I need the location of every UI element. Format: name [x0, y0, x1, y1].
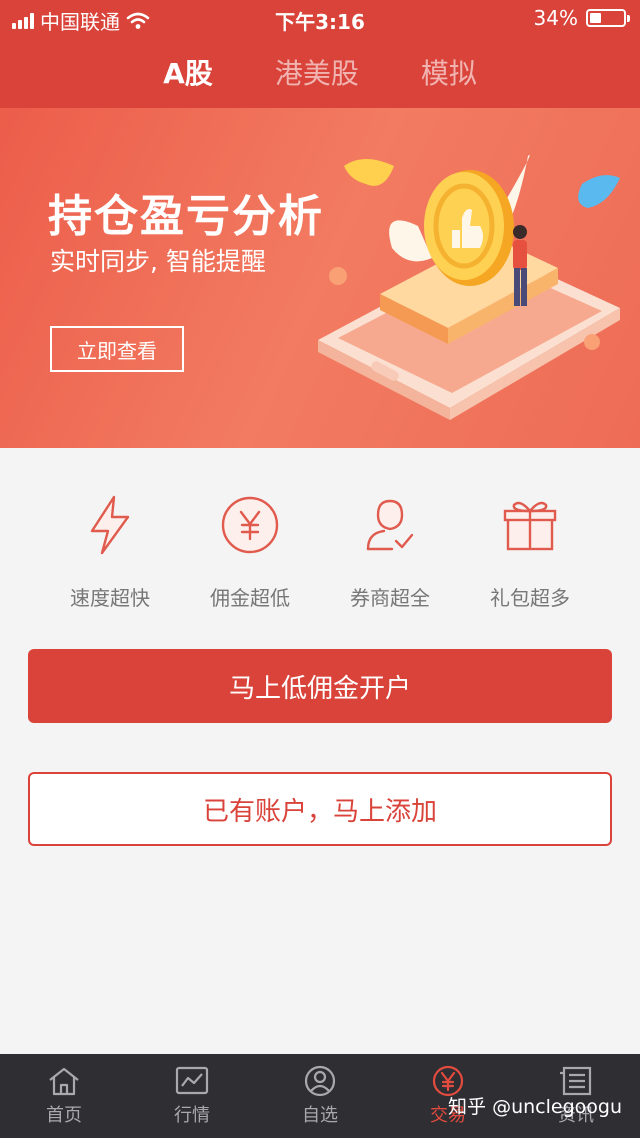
nav-market[interactable]: 行情 [128, 1054, 256, 1138]
feature-label: 佣金超低 [210, 586, 290, 610]
home-icon [49, 1067, 79, 1096]
feature-commission: 佣金超低 [180, 490, 320, 611]
tab-hk-us-stocks[interactable]: 港美股 [275, 52, 359, 92]
tab-a-shares[interactable]: A股 [163, 52, 213, 92]
chart-icon [175, 1066, 209, 1095]
nav-label: 首页 [46, 1105, 82, 1126]
feature-label: 礼包超多 [490, 586, 570, 610]
yuan-coin-icon [215, 490, 285, 560]
status-right: 34% [533, 6, 630, 30]
nav-label: 行情 [174, 1105, 210, 1126]
nav-watchlist[interactable]: 自选 [256, 1054, 384, 1138]
nav-label: 自选 [302, 1105, 338, 1126]
gift-icon [495, 490, 565, 560]
banner-illustration [318, 154, 620, 420]
add-existing-account-button[interactable]: 已有账户，马上添加 [28, 772, 612, 846]
tab-simulation[interactable]: 模拟 [421, 52, 477, 92]
feature-brokers: 券商超全 [320, 490, 460, 611]
lightning-icon [75, 490, 145, 560]
feature-speed: 速度超快 [40, 490, 180, 611]
banner-subtitle: 实时同步, 智能提醒 [50, 247, 266, 276]
feature-list: 速度超快 佣金超低 券商超全 礼包超多 [40, 490, 600, 611]
feature-gift: 礼包超多 [460, 490, 600, 611]
banner-title: 持仓盈亏分析 [48, 191, 324, 242]
user-circle-icon [304, 1065, 336, 1097]
open-account-button[interactable]: 马上低佣金开户 [28, 649, 612, 723]
status-bar: 中国联通 下午3:16 34% [0, 0, 640, 36]
watermark: 知乎 @unclegoogu [448, 1096, 622, 1118]
market-tabs: A股 港美股 模拟 [0, 36, 640, 108]
view-now-button[interactable]: 立即查看 [50, 326, 184, 372]
battery-icon [586, 9, 630, 27]
feature-label: 速度超快 [70, 586, 150, 610]
battery-percent: 34% [533, 6, 578, 30]
feature-label: 券商超全 [350, 586, 430, 610]
promo-banner[interactable]: 持仓盈亏分析 实时同步, 智能提醒 立即查看 [0, 108, 640, 448]
user-check-icon [355, 490, 425, 560]
nav-home[interactable]: 首页 [0, 1054, 128, 1138]
